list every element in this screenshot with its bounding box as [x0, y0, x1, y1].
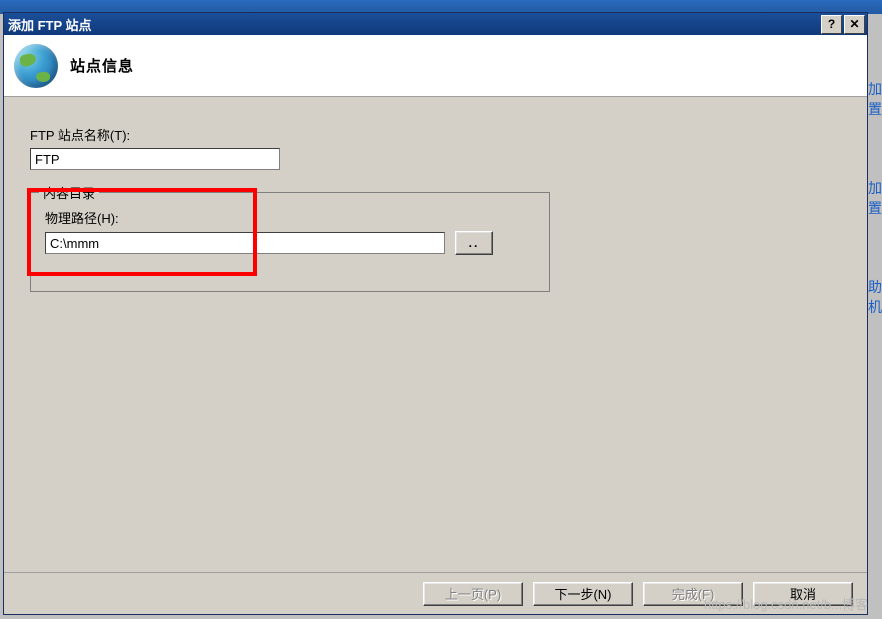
banner: 站点信息 [4, 35, 867, 97]
titlebar: 添加 FTP 站点 ? ✕ [4, 13, 867, 35]
close-button[interactable]: ✕ [844, 15, 865, 34]
site-name-label: FTP 站点名称(T): [30, 125, 841, 144]
help-button[interactable]: ? [821, 15, 842, 34]
prev-button: 上一页(P) [423, 582, 523, 606]
globe-icon [14, 44, 58, 88]
group-legend: 内容目录 [39, 183, 99, 202]
background-side-text: 加置 加置 助机 [868, 80, 882, 318]
finish-button: 完成(F) [643, 582, 743, 606]
cancel-button[interactable]: 取消 [753, 582, 853, 606]
browse-button[interactable]: .. [455, 231, 493, 255]
content-directory-group: 内容目录 物理路径(H): .. [30, 192, 550, 292]
window-title: 添加 FTP 站点 [8, 15, 92, 34]
physical-path-label: 物理路径(H): [45, 208, 535, 227]
next-button[interactable]: 下一步(N) [533, 582, 633, 606]
button-row: 上一页(P) 下一步(N) 完成(F) 取消 [4, 572, 867, 614]
site-name-input[interactable] [30, 148, 280, 170]
physical-path-input[interactable] [45, 232, 445, 254]
banner-heading: 站点信息 [70, 55, 134, 76]
dialog-window: 添加 FTP 站点 ? ✕ 站点信息 FTP 站点名称(T): 内容目录 物理路… [3, 12, 868, 615]
content-area: FTP 站点名称(T): 内容目录 物理路径(H): .. [4, 97, 867, 572]
